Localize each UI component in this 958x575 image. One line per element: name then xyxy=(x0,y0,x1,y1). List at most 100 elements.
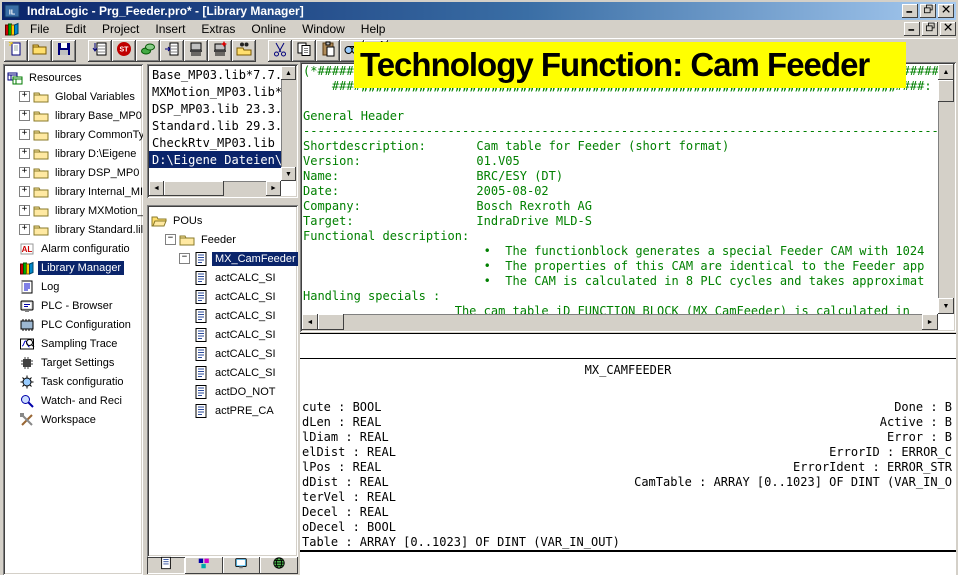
library-list-item[interactable]: MXMotion_MP03.lib* xyxy=(149,83,282,100)
function-block-declaration-view[interactable]: MX_CAMFEEDER cute : BOOL Done : B dLen : R… xyxy=(300,333,956,575)
collapse-icon[interactable]: − xyxy=(179,253,190,264)
expand-icon[interactable]: + xyxy=(19,129,30,140)
sidebar-item-global-variables[interactable]: + Global Variables xyxy=(5,87,143,106)
menu-extras[interactable]: Extras xyxy=(193,21,243,37)
expand-icon[interactable]: + xyxy=(19,110,30,121)
mdi-window-close-button[interactable] xyxy=(940,22,956,36)
sidebar-item-library-d-eigene[interactable]: + library D:\Eigene xyxy=(5,144,143,163)
sidebar-item-plc-browser[interactable]: PLC - Browser xyxy=(5,296,143,315)
sidebar-item-task-configuratio[interactable]: Task configuratio xyxy=(5,372,143,391)
pou-item-actcalc-si[interactable]: actCALC_SI xyxy=(149,287,298,306)
scroll-up-icon[interactable] xyxy=(938,64,954,80)
resources-tree-panel[interactable]: Resources + Global Variables + library Base_… xyxy=(3,64,143,575)
scroll-right-icon[interactable] xyxy=(266,181,281,196)
window-close-button[interactable] xyxy=(938,4,954,18)
collapse-icon[interactable]: − xyxy=(165,234,176,245)
sidebar-item-library-manager[interactable]: Library Manager xyxy=(5,258,143,277)
cut-icon xyxy=(272,41,288,62)
code-text[interactable]: (*######################################… xyxy=(303,64,938,314)
scrollbar-thumb[interactable] xyxy=(318,314,344,330)
expand-icon[interactable]: + xyxy=(19,91,30,102)
window-restore-button[interactable] xyxy=(920,4,936,18)
scroll-left-icon[interactable] xyxy=(149,181,164,196)
sidebar-item-library-base-mp0[interactable]: + library Base_MP0 xyxy=(5,106,143,125)
window-minimize-button[interactable] xyxy=(902,4,918,18)
scroll-down-icon[interactable] xyxy=(938,298,954,314)
expand-icon[interactable]: + xyxy=(19,167,30,178)
pou-item-actcalc-si[interactable]: actCALC_SI xyxy=(149,306,298,325)
menu-project[interactable]: Project xyxy=(94,21,147,37)
pou-item-mx-camfeeder[interactable]: − MX_CamFeeder xyxy=(149,249,298,268)
open-button[interactable] xyxy=(28,40,52,62)
scrollbar-thumb[interactable] xyxy=(938,80,954,102)
sidebar-item-workspace[interactable]: Workspace xyxy=(5,410,143,429)
organizer-tab-doc-tab[interactable] xyxy=(147,556,185,574)
library-list-item[interactable]: D:\Eigene Dateien\ xyxy=(149,151,282,168)
cut-button[interactable] xyxy=(268,40,292,62)
pou-item-pous[interactable]: POUs xyxy=(149,211,298,230)
expand-icon[interactable]: + xyxy=(19,148,30,159)
sidebar-item-library-mxmotion-[interactable]: + library MXMotion_ xyxy=(5,201,143,220)
printer-star-button[interactable] xyxy=(208,40,232,62)
expand-icon[interactable]: + xyxy=(19,224,30,235)
menu-online[interactable]: Online xyxy=(243,21,294,37)
scrollbar-thumb[interactable] xyxy=(164,181,224,196)
library-list-item[interactable]: Standard.lib 29.3. xyxy=(149,117,282,134)
sidebar-item-sampling-trace[interactable]: Sampling Trace xyxy=(5,334,143,353)
sidebar-item-library-internal-mi[interactable]: + library Internal_MI xyxy=(5,182,143,201)
scroll-down-icon[interactable] xyxy=(281,167,296,181)
menu-insert[interactable]: Insert xyxy=(147,21,193,37)
sidebar-item-plc-configuration[interactable]: PLC Configuration xyxy=(5,315,143,334)
eraser-button[interactable] xyxy=(136,40,160,62)
menu-window[interactable]: Window xyxy=(294,21,353,37)
organizer-tab-globe-tab[interactable] xyxy=(260,557,298,574)
sidebar-item-library-standard-lil[interactable]: + library Standard.lil xyxy=(5,220,143,239)
library-list-vscrollbar[interactable] xyxy=(281,66,296,181)
pou-item-actcalc-si[interactable]: actCALC_SI xyxy=(149,268,298,287)
pou-item-actcalc-si[interactable]: actCALC_SI xyxy=(149,344,298,363)
code-vscrollbar[interactable] xyxy=(938,64,954,314)
scroll-left-icon[interactable] xyxy=(302,314,318,330)
save-button[interactable] xyxy=(52,40,76,62)
expand-icon[interactable]: + xyxy=(19,186,30,197)
menu-file[interactable]: File xyxy=(22,21,57,37)
mdi-window-restore-button[interactable] xyxy=(922,22,938,36)
download-button[interactable] xyxy=(88,40,112,62)
title-bar[interactable]: IL IndraLogic - Prg_Feeder.pro* - [Libra… xyxy=(2,2,956,20)
sidebar-item-library-commonty[interactable]: + library CommonTy xyxy=(5,125,143,144)
scroll-right-icon[interactable] xyxy=(922,314,938,330)
stop-button[interactable]: ST xyxy=(112,40,136,62)
sidebar-item-target-settings[interactable]: Target Settings xyxy=(5,353,143,372)
organizer-tab-vis-tab[interactable] xyxy=(222,557,261,574)
sidebar-item-watch-and-reci[interactable]: Watch- and Reci xyxy=(5,391,143,410)
mdi-window-minimize-button[interactable] xyxy=(904,22,920,36)
menu-help[interactable]: Help xyxy=(353,21,394,37)
library-list-item[interactable]: Base_MP03.lib*7.7. xyxy=(149,66,282,83)
library-list-item[interactable]: CheckRtv_MP03.lib xyxy=(149,134,281,151)
pou-item-feeder[interactable]: − Feeder xyxy=(149,230,298,249)
new-button[interactable] xyxy=(4,40,28,62)
pou-item-actpre-ca[interactable]: actPRE_CA xyxy=(149,401,298,420)
pou-item-actcalc-si[interactable]: actCALC_SI xyxy=(149,325,298,344)
library-source-view[interactable]: (*######################################… xyxy=(300,62,956,332)
library-list[interactable]: Base_MP03.lib*7.7. MXMotion_MP03.lib* DSP_… xyxy=(147,64,298,198)
menu-edit[interactable]: Edit xyxy=(57,21,94,37)
pou-item-actdo-not[interactable]: actDO_NOT xyxy=(149,382,298,401)
sidebar-item-alarm-configuratio[interactable]: AL Alarm configuratio xyxy=(5,239,143,258)
pou-tree-panel[interactable]: POUs − Feeder − MX_CamFeeder actCALC_SI actCAL… xyxy=(147,205,298,557)
sidebar-item-resources[interactable]: Resources xyxy=(5,68,143,87)
library-list-item[interactable]: DSP_MP03.lib 23.3. xyxy=(149,100,282,117)
lib-open-button[interactable] xyxy=(232,40,256,62)
library-list-hscrollbar[interactable] xyxy=(149,181,281,196)
paste-button[interactable] xyxy=(316,40,340,62)
scroll-up-icon[interactable] xyxy=(281,66,296,80)
copy-button[interactable] xyxy=(292,40,316,62)
import-button[interactable] xyxy=(160,40,184,62)
code-hscrollbar[interactable] xyxy=(302,314,938,330)
sidebar-item-library-dsp-mp0[interactable]: + library DSP_MP0 xyxy=(5,163,143,182)
organizer-tab-blocks-tab[interactable] xyxy=(184,557,223,574)
expand-icon[interactable]: + xyxy=(19,205,30,216)
pou-item-actcalc-si[interactable]: actCALC_SI xyxy=(149,363,298,382)
sidebar-item-log[interactable]: Log xyxy=(5,277,143,296)
printer-button[interactable] xyxy=(184,40,208,62)
